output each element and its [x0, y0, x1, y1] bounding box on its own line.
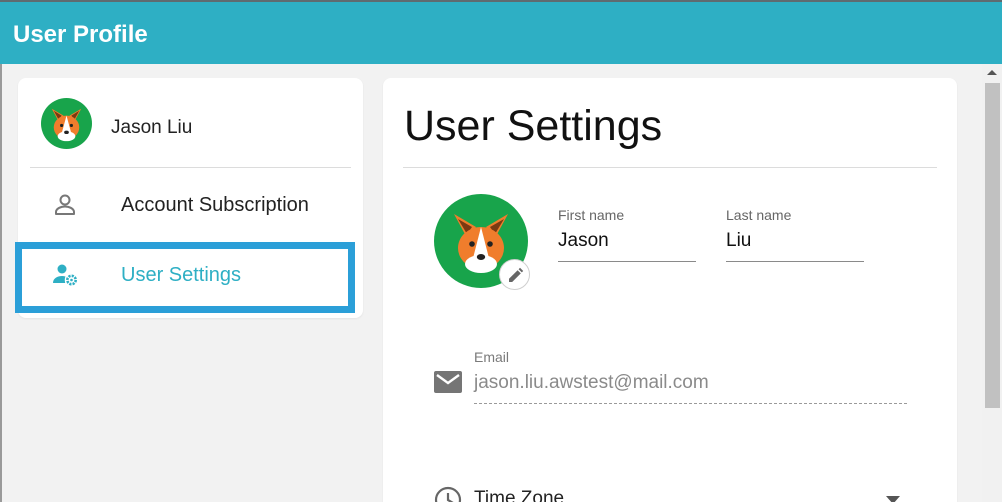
scrollbar[interactable] [982, 64, 1002, 502]
user-avatar[interactable] [41, 98, 92, 149]
app-title: User Profile [13, 21, 148, 48]
sidebar-user-name: Jason Liu [111, 117, 193, 138]
divider [403, 167, 937, 168]
sidebar: Jason Liu Account Subscription User Sett… [15, 78, 363, 318]
person-outline-icon [55, 194, 75, 215]
edit-avatar-button[interactable] [499, 259, 530, 290]
sidebar-item-account-subscription[interactable]: Account Subscription [18, 170, 363, 238]
page-title: User Settings [404, 102, 663, 150]
mail-icon [434, 371, 462, 393]
first-name-label: First name [558, 207, 625, 223]
last-name-label: Last name [726, 207, 792, 223]
user-settings-icon [53, 264, 77, 286]
first-name-underline [558, 261, 696, 262]
sidebar-item-label: Account Subscription [121, 194, 309, 216]
scroll-up-arrow-icon[interactable] [987, 70, 997, 75]
settings-card: User Settings First name Jason Last name… [383, 78, 957, 502]
app-bar: User Profile [0, 0, 1002, 64]
chevron-down-icon[interactable] [886, 496, 900, 502]
first-name-field[interactable]: Jason [558, 230, 609, 252]
scrollbar-thumb[interactable] [985, 83, 1000, 408]
window-edge [0, 64, 2, 502]
sidebar-item-label: User Settings [121, 264, 242, 286]
email-underline [474, 403, 907, 404]
time-zone-select[interactable]: Time Zone [474, 488, 564, 502]
pencil-icon [509, 267, 524, 282]
email-label: Email [474, 349, 510, 365]
last-name-field[interactable]: Liu [726, 230, 751, 252]
email-field: jason.liu.awstest@mail.com [474, 372, 709, 393]
last-name-underline [726, 261, 864, 262]
divider [30, 167, 351, 168]
sidebar-item-user-settings[interactable]: User Settings [15, 240, 363, 313]
clock-icon [434, 486, 462, 502]
